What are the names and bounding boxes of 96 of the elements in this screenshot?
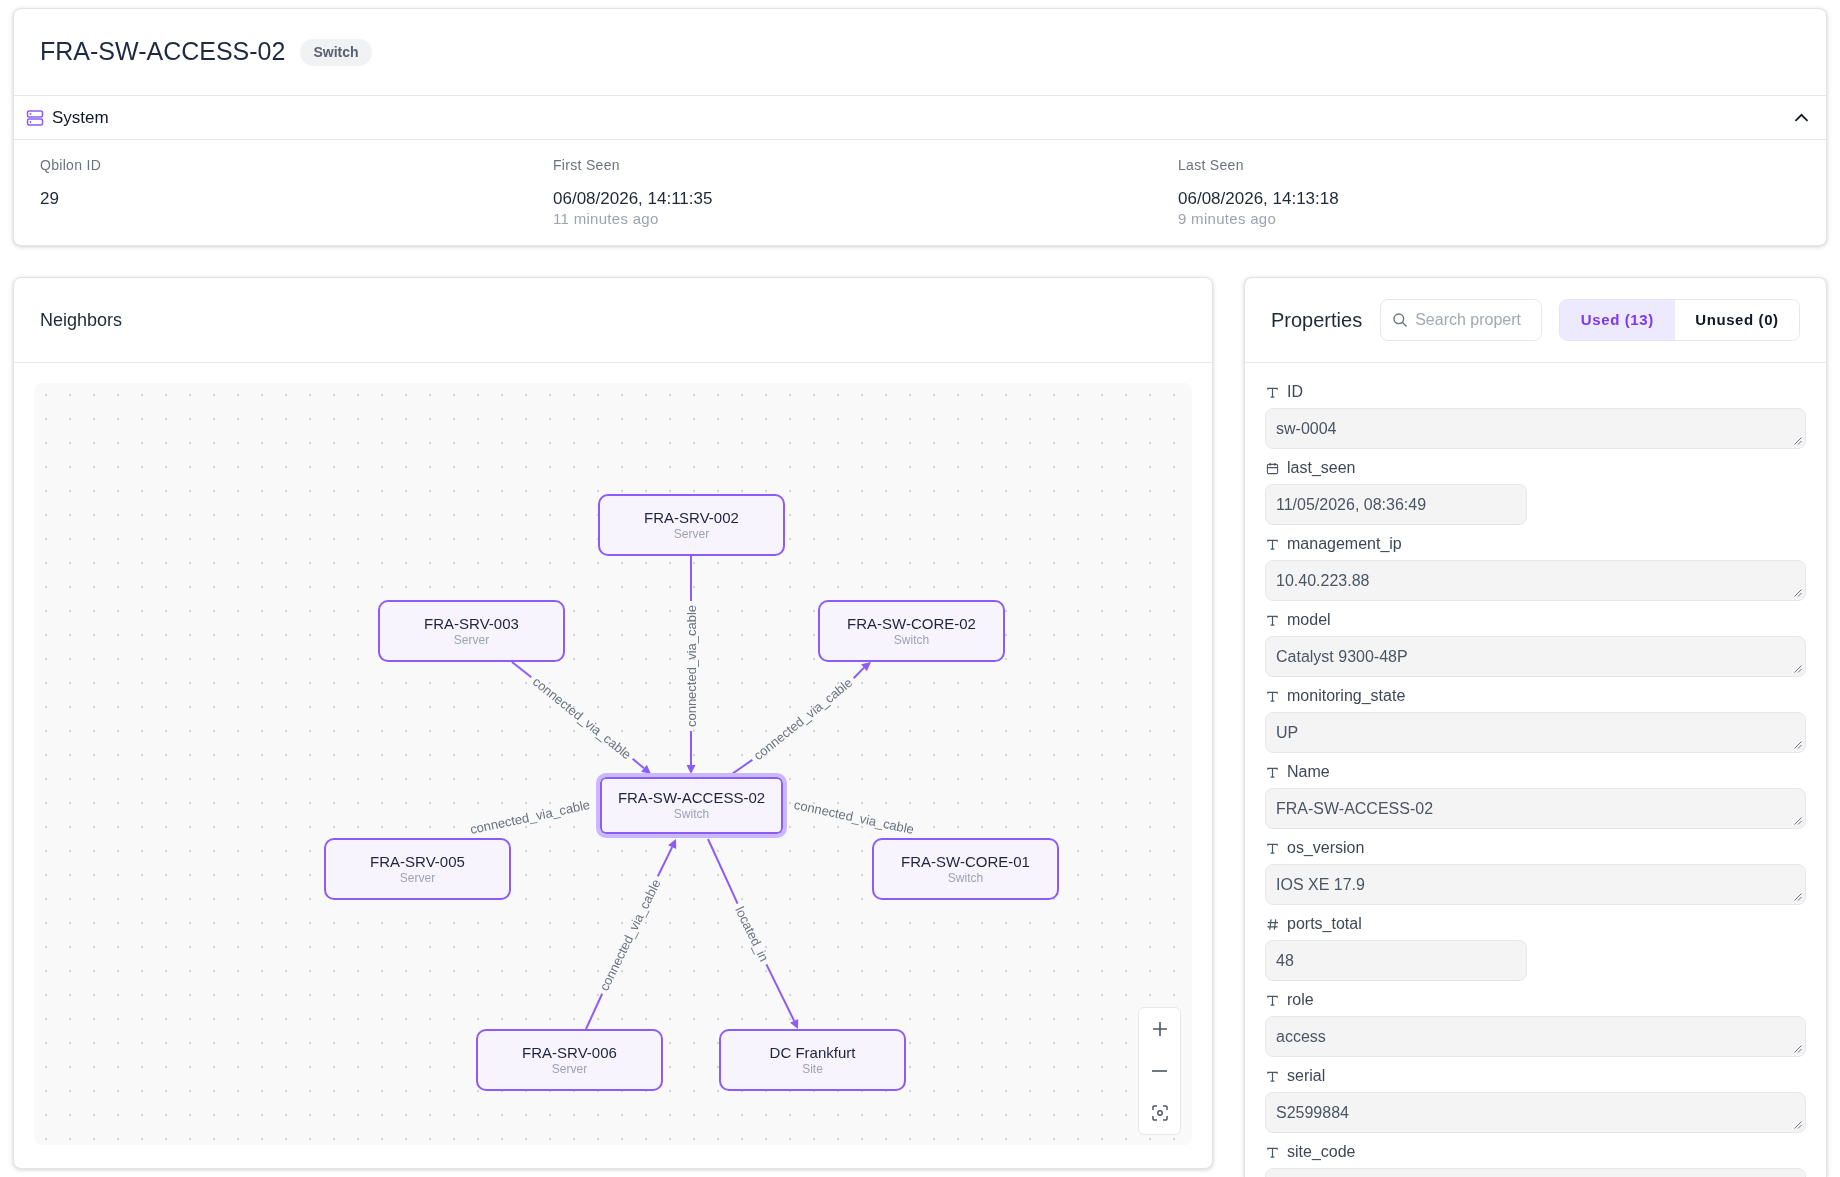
resize-handle-icon xyxy=(1794,741,1802,749)
node-name: DC Frankfurt xyxy=(769,1043,856,1062)
property-field[interactable]: FRA-SW-ACCESS-02 xyxy=(1265,788,1806,829)
text-type-icon xyxy=(1266,537,1279,551)
calendar-icon xyxy=(1266,461,1279,475)
graph-node[interactable]: FRA-SRV-002 Server xyxy=(598,494,785,556)
text-type-icon xyxy=(1266,1145,1279,1159)
node-name: FRA-SRV-005 xyxy=(370,852,465,871)
node-type: Switch xyxy=(893,632,930,648)
property-label: site_code xyxy=(1287,1142,1356,1162)
edge-line xyxy=(707,838,739,905)
panel-title: Neighbors xyxy=(40,308,123,332)
text-type-icon xyxy=(1266,765,1279,779)
entity-title: FRA-SW-ACCESS-02 xyxy=(40,36,286,68)
resize-handle-icon xyxy=(1794,1121,1802,1129)
graph-node[interactable]: FRA-SRV-006 Server xyxy=(476,1029,663,1091)
graph-node[interactable]: FRA-SW-CORE-02 Switch xyxy=(818,600,1005,662)
chevron-up-icon xyxy=(1793,113,1809,122)
property-field[interactable]: Catalyst 9300-48P xyxy=(1265,636,1806,677)
node-name: FRA-SW-CORE-02 xyxy=(847,614,976,633)
edge-label: connected_via_cable xyxy=(683,604,699,728)
node-type: Server xyxy=(551,1061,588,1077)
node-type: Switch xyxy=(947,870,984,886)
text-type-icon xyxy=(1266,1069,1279,1083)
text-type-icon xyxy=(1266,689,1279,703)
hash-icon xyxy=(1266,917,1279,931)
node-type: Site xyxy=(802,1061,823,1077)
search-icon xyxy=(1393,313,1408,327)
property-label: role xyxy=(1287,990,1314,1010)
node-type: Server xyxy=(673,526,710,542)
property-label: os_version xyxy=(1287,838,1365,858)
node-type: Server xyxy=(399,870,436,886)
graph-node[interactable]: FRA-SW-ACCESS-02 Switch xyxy=(596,773,787,838)
node-name: FRA-SRV-006 xyxy=(522,1043,617,1062)
resize-handle-icon xyxy=(1794,589,1802,597)
graph-node[interactable]: FRA-SW-CORE-01 Switch xyxy=(872,838,1059,900)
panel-title: Properties xyxy=(1271,308,1363,333)
section-title: System xyxy=(52,106,109,129)
relative-time: 11 minutes ago xyxy=(553,210,659,228)
property-label: Name xyxy=(1287,762,1330,782)
search-field[interactable]: Search propert xyxy=(1380,299,1542,341)
focus-frame-icon xyxy=(1151,1105,1168,1121)
node-name: FRA-SRV-003 xyxy=(424,614,519,633)
server-icon xyxy=(26,108,44,127)
edge-arrow xyxy=(656,839,677,878)
edge-line xyxy=(511,661,533,679)
resize-handle-icon xyxy=(1794,1045,1802,1053)
edge-line xyxy=(690,555,692,602)
field-value: 06/08/2026, 14:11:35 xyxy=(553,188,713,210)
resize-handle-icon xyxy=(1794,437,1802,445)
field-value: 06/08/2026, 14:13:18 xyxy=(1178,188,1339,210)
property-field[interactable]: UP xyxy=(1265,712,1806,753)
property-field[interactable]: S2599884 xyxy=(1265,1092,1806,1133)
property-label: ID xyxy=(1287,382,1303,402)
edge-arrow xyxy=(631,757,651,774)
field-label: First Seen xyxy=(553,156,620,174)
graph-node[interactable]: FRA-SRV-005 Server xyxy=(324,838,511,900)
filter-tab[interactable]: Used (13) xyxy=(1559,300,1675,340)
text-type-icon xyxy=(1266,613,1279,627)
edge-line xyxy=(731,758,754,775)
property-label: ports_total xyxy=(1287,914,1362,934)
node-name: FRA-SRV-002 xyxy=(644,508,739,527)
plus-icon xyxy=(1151,1021,1168,1037)
type-badge: Switch xyxy=(300,38,372,66)
graph-node[interactable]: DC Frankfurt Site xyxy=(719,1029,906,1091)
property-field[interactable]: IOS XE 17.9 xyxy=(1265,864,1806,905)
edge-arrow xyxy=(686,730,696,774)
edge-arrow xyxy=(852,662,871,680)
property-label: serial xyxy=(1287,1066,1326,1086)
node-name: FRA-SW-CORE-01 xyxy=(901,852,1030,871)
resize-handle-icon xyxy=(1794,665,1802,673)
property-label: last_seen xyxy=(1287,458,1356,478)
property-field[interactable]: 48 xyxy=(1265,940,1527,981)
edge-line xyxy=(585,992,604,1030)
property-field[interactable]: 11/05/2026, 08:36:49 xyxy=(1265,484,1527,525)
property-field[interactable]: 10.40.223.88 xyxy=(1265,560,1806,601)
property-label: model xyxy=(1287,610,1331,630)
minus-icon xyxy=(1152,1070,1167,1072)
text-type-icon xyxy=(1266,993,1279,1007)
text-type-icon xyxy=(1266,841,1279,855)
property-label: monitoring_state xyxy=(1287,686,1406,706)
resize-handle-icon xyxy=(1794,893,1802,901)
graph-node[interactable]: FRA-SRV-003 Server xyxy=(378,600,565,662)
edge-arrow xyxy=(765,963,799,1029)
property-field[interactable]: access xyxy=(1265,1016,1806,1057)
field-label: Last Seen xyxy=(1178,156,1244,174)
field-label: Qbilon ID xyxy=(40,156,102,174)
resize-handle-icon xyxy=(1794,817,1802,825)
property-label: management_ip xyxy=(1287,534,1402,554)
field-value: 29 xyxy=(40,188,59,210)
node-name: FRA-SW-ACCESS-02 xyxy=(617,789,766,807)
node-type: Server xyxy=(453,632,490,648)
relative-time: 9 minutes ago xyxy=(1178,210,1277,228)
text-type-icon xyxy=(1266,385,1279,399)
node-type: Switch xyxy=(673,807,710,822)
property-field[interactable]: sw-0004 xyxy=(1265,408,1806,449)
